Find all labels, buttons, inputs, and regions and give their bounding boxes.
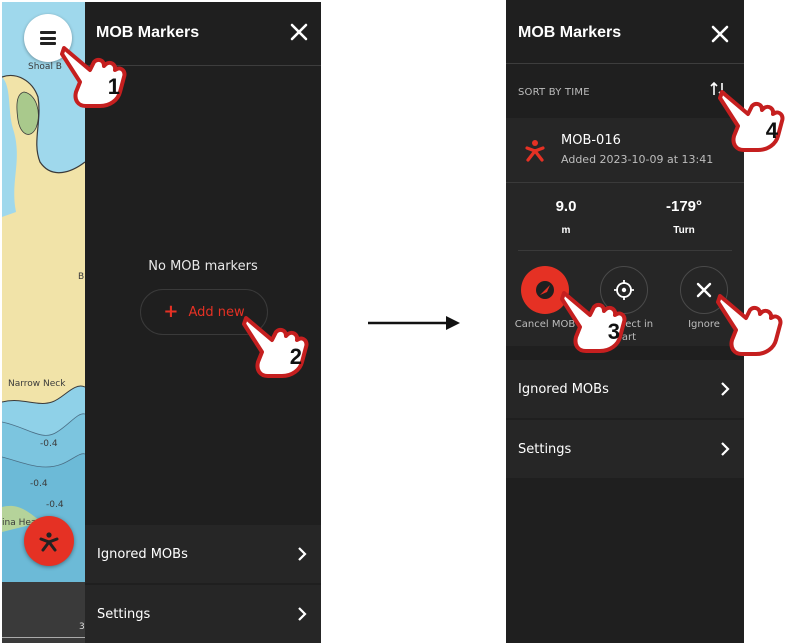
settings-label: Settings (97, 606, 151, 622)
callout-hand-3: 3 (560, 285, 634, 353)
chevron-right-icon (298, 607, 307, 621)
settings-row[interactable]: Settings (506, 420, 744, 478)
hamburger-icon (40, 31, 56, 45)
mob-person-icon (525, 140, 545, 162)
map-label: Narrow Neck (8, 379, 66, 389)
ignored-mobs-row[interactable]: Ignored MOBs (85, 525, 321, 583)
bearing-unit: Turn (673, 225, 695, 236)
arrow-right-icon (368, 316, 460, 330)
depth-label: -0.4 (30, 479, 48, 489)
add-new-label: Add new (188, 304, 245, 320)
settings-label: Settings (518, 441, 572, 457)
chevron-right-icon (721, 442, 730, 456)
mob-person-icon (39, 532, 59, 552)
plus-icon: + (163, 301, 179, 322)
callout-number: 4 (765, 118, 778, 143)
pointing-hand-icon (60, 46, 127, 108)
mob-added-time: Added 2023-10-09 at 13:41 (561, 153, 714, 166)
callout-number: 1 (107, 74, 120, 99)
card-divider (518, 250, 732, 251)
compass-arrow-icon (536, 281, 554, 299)
close-icon[interactable] (289, 22, 309, 42)
mob-name: MOB-016 (561, 133, 621, 148)
ignored-mobs-label: Ignored MOBs (97, 546, 188, 562)
ignored-mobs-label: Ignored MOBs (518, 381, 609, 397)
pointing-hand-icon (560, 291, 627, 353)
close-icon (696, 282, 712, 298)
pointing-hand-icon (716, 294, 783, 356)
bearing-value: -179° (665, 198, 703, 215)
callout-hand-ignore (716, 288, 790, 356)
distance-value: 9.0 (555, 198, 577, 215)
chart-bottom-bar: 3 (2, 582, 85, 643)
pointing-hand-icon (242, 316, 309, 378)
distance-unit: m (561, 225, 571, 236)
chevron-right-icon (298, 547, 307, 561)
map-label: B (78, 272, 85, 282)
distance-stat: 9.0 m (526, 198, 606, 236)
map-label: Shoal B (28, 62, 62, 72)
depth-label: -0.4 (46, 500, 64, 510)
panel-header: MOB Markers (506, 0, 744, 64)
callout-hand-2: 2 (242, 310, 316, 378)
scale-label: 3 (79, 622, 85, 632)
sort-label: SORT BY TIME (518, 86, 590, 98)
callout-hand-1: 1 (60, 40, 134, 108)
ignored-mobs-row[interactable]: Ignored MOBs (506, 360, 744, 418)
chevron-right-icon (721, 382, 730, 396)
settings-row[interactable]: Settings (85, 585, 321, 643)
mob-button[interactable] (24, 516, 74, 566)
pointing-hand-icon (718, 90, 785, 152)
panel-title: MOB Markers (518, 24, 622, 41)
bearing-stat: -179° Turn (644, 198, 724, 236)
empty-state-text: No MOB markers (148, 259, 258, 274)
card-divider (506, 182, 744, 183)
callout-number: 3 (607, 319, 620, 344)
close-icon[interactable] (710, 24, 730, 44)
scale-bar (2, 637, 85, 641)
callout-number: 2 (289, 344, 302, 369)
depth-label: -0.4 (40, 439, 58, 449)
callout-hand-4: 4 (718, 84, 791, 152)
